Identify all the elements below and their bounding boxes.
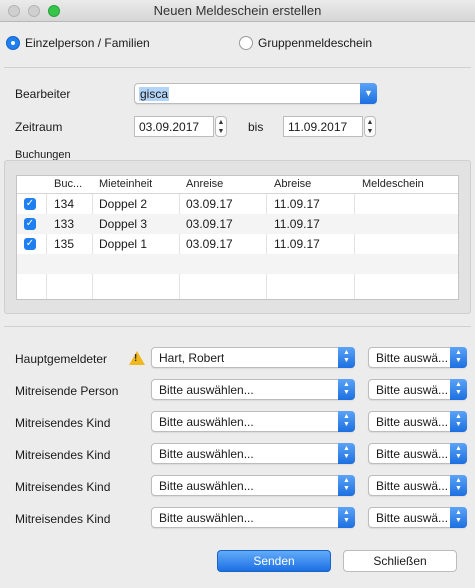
guest-person-value: Bitte auswählen... — [159, 511, 254, 525]
booking-unit: Doppel 3 — [99, 217, 148, 231]
bookings-table[interactable]: Buc... Mieteinheit Anreise Abreise Melde… — [16, 175, 459, 300]
warning-icon-mark: ! — [134, 353, 138, 364]
booking-departure: 11.09.17 — [274, 197, 320, 211]
guest-option-select[interactable]: Bitte auswä... ▲ ▼ — [368, 475, 467, 496]
to-date-field[interactable]: 11.09.2017 — [283, 116, 363, 137]
checkmark-icon[interactable]: ✓ — [24, 238, 36, 250]
to-date-value: 11.09.2017 — [288, 120, 348, 134]
bearbeiter-combobox[interactable]: gisca ▼ — [134, 83, 377, 104]
chevron-updown-icon[interactable]: ▲ ▼ — [450, 475, 467, 496]
guest-role-label: Mitreisendes Kind — [15, 416, 111, 430]
chevron-updown-icon[interactable]: ▲ ▼ — [338, 411, 355, 432]
guest-option-select[interactable]: Bitte auswä... ▲ ▼ — [368, 347, 467, 368]
guest-person-select[interactable]: Bitte auswählen... ▲ ▼ — [151, 379, 355, 400]
chevron-updown-icon[interactable]: ▲ ▼ — [338, 475, 355, 496]
guest-person-select[interactable]: Hart, Robert ▲ ▼ — [151, 347, 355, 368]
guest-person-select[interactable]: Bitte auswählen... ▲ ▼ — [151, 475, 355, 496]
title-bar: Neuen Meldeschein erstellen — [0, 0, 475, 22]
guest-person-value: Bitte auswählen... — [159, 447, 254, 461]
radio-group-label: Gruppenmeldeschein — [258, 36, 373, 50]
bearbeiter-value: gisca — [139, 87, 170, 101]
booking-unit: Doppel 2 — [99, 197, 148, 211]
radio-selected-icon — [6, 36, 20, 50]
from-date-value: 03.09.2017 — [139, 120, 200, 134]
booking-departure: 11.09.17 — [274, 237, 320, 251]
close-button[interactable]: Schließen — [343, 550, 457, 572]
guest-option-value: Bitte auswä... — [376, 383, 449, 397]
from-date-stepper[interactable]: ▲ ▼ — [215, 116, 227, 137]
chevron-updown-icon[interactable]: ▲ ▼ — [338, 347, 355, 368]
booking-number: 135 — [54, 237, 75, 251]
guest-option-value: Bitte auswä... — [376, 479, 449, 493]
table-row-empty — [17, 254, 458, 274]
table-row[interactable]: ✓ 135 Doppel 1 03.09.17 11.09.17 — [17, 234, 458, 254]
chevron-updown-icon[interactable]: ▲ ▼ — [450, 443, 467, 464]
guest-option-select[interactable]: Bitte auswä... ▲ ▼ — [368, 507, 467, 528]
table-header: Buc... Mieteinheit Anreise Abreise Melde… — [17, 176, 458, 194]
zeitraum-label: Zeitraum — [15, 120, 63, 134]
column-header-arrival[interactable]: Anreise — [186, 178, 223, 190]
guest-person-select[interactable]: Bitte auswählen... ▲ ▼ — [151, 443, 355, 464]
guest-option-value: Bitte auswä... — [376, 511, 449, 525]
table-row[interactable]: ✓ 134 Doppel 2 03.09.17 11.09.17 — [17, 194, 458, 214]
chevron-updown-icon[interactable]: ▲ ▼ — [450, 507, 467, 528]
chevron-updown-icon[interactable]: ▲ ▼ — [450, 411, 467, 432]
window-title: Neuen Meldeschein erstellen — [153, 3, 322, 18]
send-button[interactable]: Senden — [217, 550, 331, 572]
booking-arrival: 03.09.17 — [186, 237, 233, 251]
column-header-departure[interactable]: Abreise — [274, 178, 311, 190]
to-date-stepper[interactable]: ▲ ▼ — [364, 116, 376, 137]
chevron-updown-icon[interactable]: ▲ ▼ — [338, 443, 355, 464]
guest-person-value: Hart, Robert — [159, 351, 225, 365]
bearbeiter-label: Bearbeiter — [15, 87, 71, 101]
booking-departure: 11.09.17 — [274, 217, 320, 231]
checkmark-icon[interactable]: ✓ — [24, 198, 36, 210]
booking-arrival: 03.09.17 — [186, 197, 233, 211]
column-header-form[interactable]: Meldeschein — [362, 178, 424, 190]
chevron-updown-icon[interactable]: ▲ ▼ — [338, 507, 355, 528]
guest-option-select[interactable]: Bitte auswä... ▲ ▼ — [368, 379, 467, 400]
guest-role-label: Mitreisendes Kind — [15, 480, 111, 494]
divider — [4, 326, 471, 327]
radio-individual[interactable]: Einzelperson / Familien — [6, 36, 150, 50]
guest-option-select[interactable]: Bitte auswä... ▲ ▼ — [368, 443, 467, 464]
guest-person-value: Bitte auswählen... — [159, 415, 254, 429]
radio-individual-label: Einzelperson / Familien — [25, 36, 150, 50]
guest-role-label: Hauptgemeldeter — [15, 352, 108, 366]
from-date-field[interactable]: 03.09.2017 — [134, 116, 214, 137]
radio-unselected-icon — [239, 36, 253, 50]
guest-option-value: Bitte auswä... — [376, 447, 449, 461]
booking-unit: Doppel 1 — [99, 237, 148, 251]
guest-option-value: Bitte auswä... — [376, 351, 449, 365]
radio-group[interactable]: Gruppenmeldeschein — [239, 36, 372, 50]
column-header-number[interactable]: Buc... — [54, 178, 82, 190]
chevron-updown-icon[interactable]: ▲ ▼ — [450, 347, 467, 368]
booking-number: 134 — [54, 197, 75, 211]
guest-person-select[interactable]: Bitte auswählen... ▲ ▼ — [151, 507, 355, 528]
guest-person-value: Bitte auswählen... — [159, 383, 254, 397]
guest-person-select[interactable]: Bitte auswählen... ▲ ▼ — [151, 411, 355, 432]
checkmark-icon[interactable]: ✓ — [24, 218, 36, 230]
guest-option-select[interactable]: Bitte auswä... ▲ ▼ — [368, 411, 467, 432]
chevron-down-icon[interactable]: ▼ — [360, 83, 377, 104]
bis-label: bis — [248, 120, 264, 134]
table-row-empty — [17, 274, 458, 294]
chevron-updown-icon[interactable]: ▲ ▼ — [450, 379, 467, 400]
guest-role-label: Mitreisendes Kind — [15, 512, 111, 526]
booking-number: 133 — [54, 217, 75, 231]
chevron-updown-icon[interactable]: ▲ ▼ — [338, 379, 355, 400]
table-row[interactable]: ✓ 133 Doppel 3 03.09.17 11.09.17 — [17, 214, 458, 234]
divider — [4, 67, 471, 68]
booking-arrival: 03.09.17 — [186, 217, 233, 231]
column-header-unit[interactable]: Mieteinheit — [99, 178, 152, 190]
guest-person-value: Bitte auswählen... — [159, 479, 254, 493]
guest-option-value: Bitte auswä... — [376, 415, 449, 429]
guest-role-label: Mitreisendes Kind — [15, 448, 111, 462]
guest-role-label: Mitreisende Person — [15, 384, 119, 398]
